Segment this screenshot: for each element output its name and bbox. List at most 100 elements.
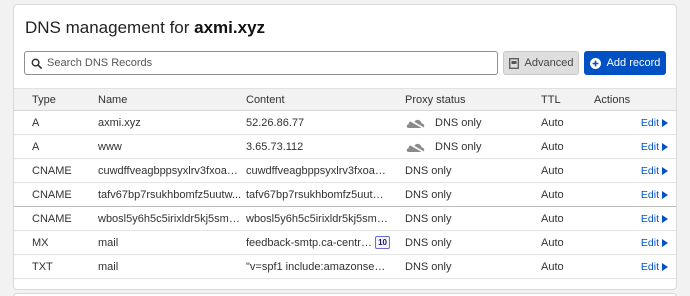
record-content-text: 52.26.86.77 (246, 116, 305, 129)
triangle-right-icon (662, 166, 668, 175)
record-name: wbosl5y6h5c5irixldr5kj5sm6i... (98, 207, 242, 230)
record-ttl: Auto (541, 260, 564, 273)
triangle-right-icon (662, 238, 668, 247)
search-icon (31, 58, 42, 69)
record-name: mail (98, 255, 242, 278)
record-content-text: feedback-smtp.ca-central-1.... (246, 236, 372, 249)
record-name: mail (98, 231, 242, 254)
advanced-label: Advanced (524, 57, 574, 69)
plus-circle-icon (589, 57, 601, 69)
record-name: www (98, 135, 242, 158)
column-header-actions: Actions (594, 93, 631, 106)
record-actions: Edit (604, 111, 668, 134)
add-record-button[interactable]: Add record (584, 51, 666, 75)
search-input[interactable] (47, 57, 487, 69)
table-row[interactable]: CNAME tafv67bp7rsukhbomfz5uutw... tafv67… (14, 183, 676, 207)
page-title-prefix: DNS management for (25, 18, 190, 37)
edit-label: Edit (640, 212, 659, 225)
column-header-proxy-status[interactable]: Proxy status (405, 89, 535, 110)
record-type: CNAME (32, 212, 72, 225)
proxy-status: DNS only (405, 111, 535, 134)
record-name-text: www (98, 140, 122, 153)
record-content-text: "v=spf1 include:amazonses.co... (246, 260, 390, 273)
edit-button[interactable]: Edit (641, 261, 668, 273)
edit-button[interactable]: Edit (641, 165, 668, 177)
edit-label: Edit (640, 140, 659, 153)
record-ttl: Auto (541, 140, 564, 153)
table-row[interactable]: MX mail feedback-smtp.ca-central-1.... 1… (14, 231, 676, 255)
edit-label: Edit (640, 164, 659, 177)
record-name: cuwdffveagbppsyxlrv3fxoau5... (98, 159, 242, 182)
record-content: tafv67bp7rsukhbomfz5uutwbu... (246, 183, 390, 206)
proxy-status-text: DNS only (435, 116, 482, 129)
record-actions: Edit (604, 183, 668, 206)
record-type: MX (32, 236, 49, 249)
edit-button[interactable]: Edit (641, 141, 668, 153)
proxy-status: DNS only (405, 159, 535, 182)
record-actions: Edit (604, 207, 668, 230)
column-header-ttl[interactable]: TTL (541, 89, 601, 110)
edit-button[interactable]: Edit (641, 117, 668, 129)
add-record-label: Add record (606, 57, 661, 69)
record-actions: Edit (604, 231, 668, 254)
table-header: Type Name Content Proxy status TTL Actio… (14, 88, 676, 111)
record-content-text: 3.65.73.112 (246, 140, 304, 153)
record-name: axmi.xyz (98, 111, 242, 134)
proxy-status-text: DNS only (405, 212, 452, 225)
edit-label: Edit (640, 188, 659, 201)
proxy-status: DNS only (405, 135, 535, 158)
record-type: A (32, 116, 40, 129)
table-row[interactable]: TXT mail "v=spf1 include:amazonses.co...… (14, 255, 676, 279)
proxy-status-text: DNS only (405, 164, 452, 177)
page-title: DNS management for axmi.xyz (25, 18, 265, 38)
record-name-text: tafv67bp7rsukhbomfz5uutw... (98, 188, 242, 201)
record-content: cuwdffveagbppsyxlrv3fxoau5et... (246, 159, 390, 182)
table-row[interactable]: A www 3.65.73.112 DNS only Auto Edit (14, 135, 676, 159)
edit-button[interactable]: Edit (641, 189, 668, 201)
table-row[interactable]: A axmi.xyz 52.26.86.77 DNS only Auto Edi… (14, 111, 676, 135)
triangle-right-icon (662, 142, 668, 151)
proxy-status: DNS only (405, 207, 535, 230)
proxy-status: DNS only (405, 231, 535, 254)
cloud-icon (406, 141, 425, 153)
record-name-text: mail (98, 236, 119, 249)
record-ttl: Auto (541, 116, 564, 129)
edit-button[interactable]: Edit (641, 213, 668, 225)
search-box[interactable] (24, 51, 498, 75)
record-name-text: mail (98, 260, 119, 273)
record-ttl: Auto (541, 188, 564, 201)
record-content: wbosl5y6h5c5irixldr5kj5sm6ihi2... (246, 207, 390, 230)
column-header-name[interactable]: Name (98, 89, 242, 110)
proxy-status-text: DNS only (405, 188, 452, 201)
table-row[interactable]: CNAME cuwdffveagbppsyxlrv3fxoau5... cuwd… (14, 159, 676, 183)
column-header-content[interactable]: Content (246, 89, 390, 110)
triangle-right-icon (662, 214, 668, 223)
advanced-button[interactable]: Advanced (503, 51, 579, 75)
edit-label: Edit (640, 236, 659, 249)
proxy-status-text: DNS only (435, 140, 482, 153)
record-name: tafv67bp7rsukhbomfz5uutw... (98, 183, 242, 206)
record-ttl: Auto (541, 164, 564, 177)
record-content: "v=spf1 include:amazonses.co... (246, 255, 390, 278)
record-content: feedback-smtp.ca-central-1.... 10 (246, 231, 390, 254)
dns-records-table: Type Name Content Proxy status TTL Actio… (14, 88, 676, 279)
record-actions: Edit (604, 255, 668, 278)
proxy-status: DNS only (405, 255, 535, 278)
column-header-type[interactable]: Type (32, 89, 102, 110)
record-type: CNAME (32, 164, 72, 177)
record-actions: Edit (604, 135, 668, 158)
record-name-text: wbosl5y6h5c5irixldr5kj5sm6i... (98, 212, 242, 225)
record-content: 52.26.86.77 (246, 111, 390, 134)
edit-button[interactable]: Edit (641, 237, 668, 249)
edit-label: Edit (640, 116, 659, 129)
triangle-right-icon (662, 262, 668, 271)
edit-label: Edit (640, 260, 659, 273)
record-content-text: wbosl5y6h5c5irixldr5kj5sm6ihi2... (246, 212, 390, 225)
cloud-icon (406, 117, 425, 129)
record-content-text: tafv67bp7rsukhbomfz5uutwbu... (246, 188, 390, 201)
triangle-right-icon (662, 190, 668, 199)
record-name-text: axmi.xyz (98, 116, 141, 129)
record-type: A (32, 140, 40, 153)
priority-badge: 10 (375, 236, 390, 249)
table-row[interactable]: CNAME wbosl5y6h5c5irixldr5kj5sm6i... wbo… (14, 207, 676, 231)
